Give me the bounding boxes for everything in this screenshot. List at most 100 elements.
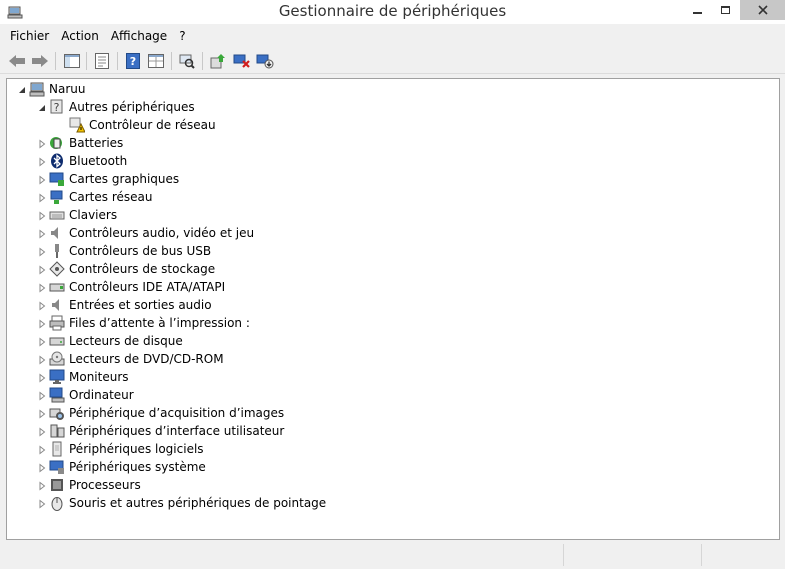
scan-hardware-icon [179, 54, 195, 69]
svg-text:?: ? [54, 101, 60, 114]
tree-category[interactable]: Bluetooth [7, 152, 779, 170]
tree-item-label: Contrôleurs audio, vidéo et jeu [69, 226, 255, 240]
svg-text:?: ? [130, 55, 136, 68]
software-device-icon [49, 441, 65, 457]
keyboard-icon [49, 207, 65, 223]
status-cell [563, 544, 701, 566]
tree-item-label: Contrôleurs de stockage [69, 262, 216, 276]
uninstall-device-button[interactable] [232, 51, 252, 71]
collapsed-arrow-icon[interactable] [37, 264, 47, 275]
tree-root[interactable]: Naruu [7, 80, 779, 98]
disk-icon [49, 333, 65, 349]
expanded-arrow-icon[interactable] [37, 102, 47, 112]
tree-category[interactable]: Périphériques logiciels [7, 440, 779, 458]
tree-category[interactable]: Moniteurs [7, 368, 779, 386]
collapsed-arrow-icon[interactable] [37, 390, 47, 401]
tree-item-label: Claviers [69, 208, 118, 222]
battery-icon [49, 135, 65, 151]
disable-device-button[interactable] [255, 51, 275, 71]
menu-help[interactable]: ? [173, 26, 191, 46]
menu-action[interactable]: Action [55, 26, 105, 46]
collapsed-arrow-icon[interactable] [37, 354, 47, 365]
view-pane-button[interactable] [146, 51, 166, 71]
tree-category[interactable]: Ordinateur [7, 386, 779, 404]
collapsed-arrow-icon[interactable] [37, 426, 47, 437]
collapsed-arrow-icon[interactable] [37, 498, 47, 509]
menu-fichier[interactable]: Fichier [0, 26, 55, 46]
forward-arrow-icon [32, 55, 48, 67]
collapsed-arrow-icon[interactable] [37, 228, 47, 239]
tree-category[interactable]: Contrôleurs de bus USB [7, 242, 779, 260]
collapsed-arrow-icon[interactable] [37, 156, 47, 167]
tree-category[interactable]: Périphérique d’acquisition d’images [7, 404, 779, 422]
collapsed-arrow-icon[interactable] [37, 282, 47, 293]
tree-category[interactable]: Lecteurs de DVD/CD-ROM [7, 350, 779, 368]
tree-category[interactable]: Contrôleurs de stockage [7, 260, 779, 278]
update-driver-icon [210, 54, 225, 69]
tree-category[interactable]: Claviers [7, 206, 779, 224]
tree-category[interactable]: Contrôleurs IDE ATA/ATAPI [7, 278, 779, 296]
tree-category[interactable]: Files d’attente à l’impression : [7, 314, 779, 332]
expanded-arrow-icon[interactable] [17, 84, 27, 94]
tree-item-label: Bluetooth [69, 154, 128, 168]
help-button[interactable]: ? [123, 51, 143, 71]
close-button[interactable] [740, 0, 785, 20]
forward-button[interactable] [30, 51, 50, 71]
status-bar [6, 544, 780, 566]
menu-affichage[interactable]: Affichage [105, 26, 173, 46]
maximize-button[interactable] [711, 0, 739, 20]
tree-item-label: Files d’attente à l’impression : [69, 316, 250, 330]
device-tree[interactable]: Naruu? Autres périphériques Contrôleur de … [6, 78, 780, 540]
processor-icon [49, 477, 65, 493]
title-bar: Gestionnaire de périphériques [0, 0, 785, 24]
collapsed-arrow-icon[interactable] [37, 408, 47, 419]
hid-icon [49, 423, 65, 439]
collapsed-arrow-icon[interactable] [37, 138, 47, 149]
tree-item-label: Contrôleur de réseau [89, 118, 216, 132]
minimize-button[interactable] [683, 0, 711, 20]
collapsed-arrow-icon[interactable] [37, 246, 47, 257]
collapsed-arrow-icon[interactable] [37, 336, 47, 347]
collapsed-arrow-icon[interactable] [37, 210, 47, 221]
tree-category[interactable]: Cartes réseau [7, 188, 779, 206]
collapsed-arrow-icon[interactable] [37, 174, 47, 185]
tree-item-label: Périphériques système [69, 460, 206, 474]
tree-item-label: Périphérique d’acquisition d’images [69, 406, 285, 420]
storage-icon [49, 261, 65, 277]
tree-category[interactable]: Souris et autres périphériques de pointa… [7, 494, 779, 512]
tree-category[interactable]: Contrôleurs audio, vidéo et jeu [7, 224, 779, 242]
computer-icon [49, 387, 65, 403]
imaging-icon [49, 405, 65, 421]
tree-item-label: Contrôleurs de bus USB [69, 244, 212, 258]
tree-category[interactable]: Lecteurs de disque [7, 332, 779, 350]
disable-device-icon [256, 54, 274, 69]
close-icon [757, 5, 768, 15]
tree-item-label: Moniteurs [69, 370, 129, 384]
uninstall-device-icon [233, 54, 250, 68]
display-adapter-icon [49, 171, 65, 187]
tree-category[interactable]: Processeurs [7, 476, 779, 494]
tree-item-label: Lecteurs de DVD/CD-ROM [69, 352, 224, 366]
tree-category[interactable]: Batteries [7, 134, 779, 152]
tree-category[interactable]: Cartes graphiques [7, 170, 779, 188]
collapsed-arrow-icon[interactable] [37, 444, 47, 455]
scan-hardware-button[interactable] [177, 51, 197, 71]
collapsed-arrow-icon[interactable] [37, 372, 47, 383]
properties-button[interactable] [92, 51, 112, 71]
collapsed-arrow-icon[interactable] [37, 300, 47, 311]
back-button[interactable] [7, 51, 27, 71]
collapsed-arrow-icon[interactable] [37, 462, 47, 473]
collapsed-arrow-icon[interactable] [37, 480, 47, 491]
audio-io-icon [49, 297, 65, 313]
warning-device-icon [69, 117, 86, 133]
tree-category[interactable]: Périphériques d’interface utilisateur [7, 422, 779, 440]
tree-category[interactable]: Entrées et sorties audio [7, 296, 779, 314]
collapsed-arrow-icon[interactable] [37, 192, 47, 203]
console-tree-button[interactable] [62, 51, 82, 71]
mouse-icon [49, 495, 65, 511]
update-driver-button[interactable] [208, 51, 228, 71]
collapsed-arrow-icon[interactable] [37, 318, 47, 329]
tree-device[interactable]: Contrôleur de réseau [7, 116, 779, 134]
tree-category[interactable]: ? Autres périphériques [7, 98, 779, 116]
tree-category[interactable]: Périphériques système [7, 458, 779, 476]
